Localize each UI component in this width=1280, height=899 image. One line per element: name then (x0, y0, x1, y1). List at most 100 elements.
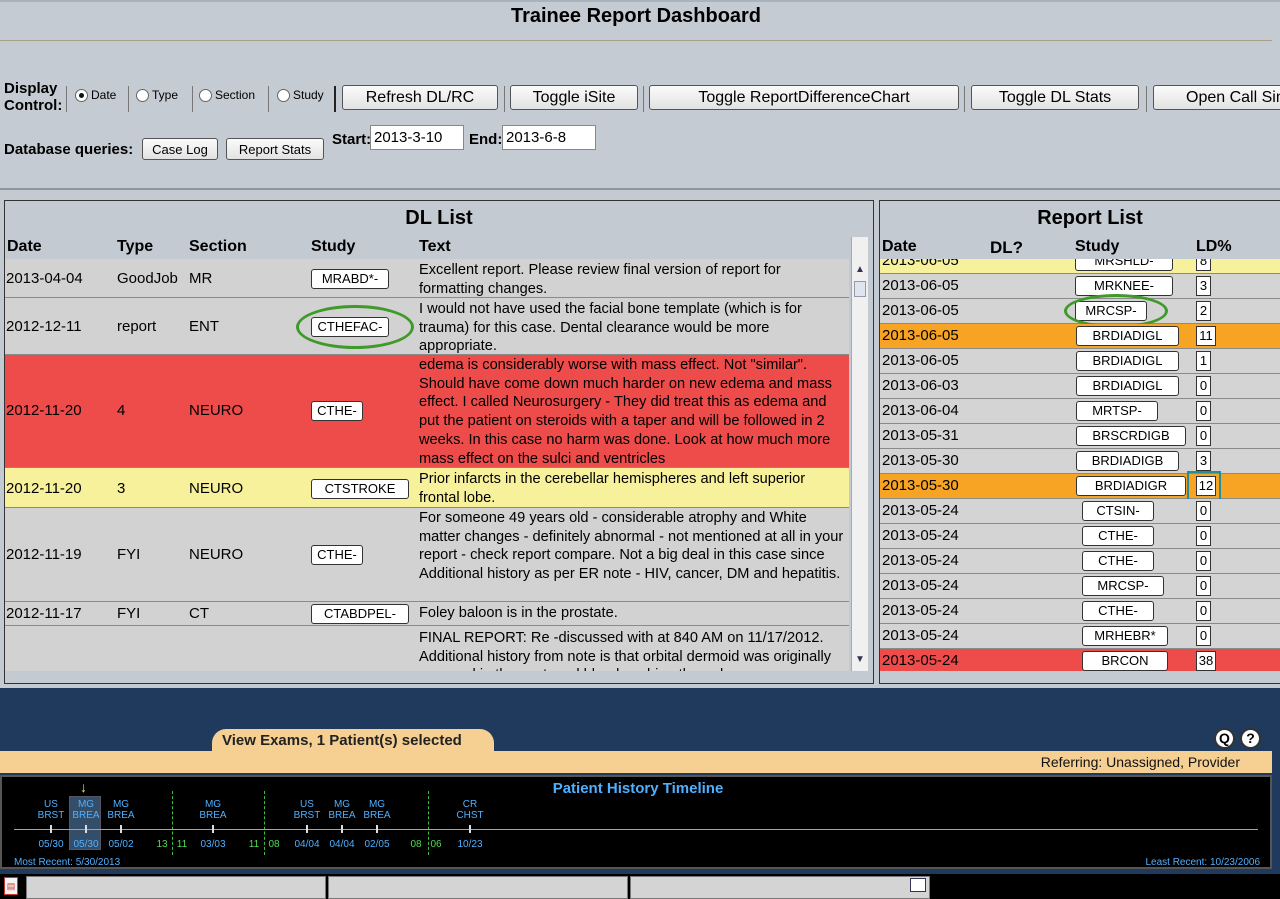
year-marker: 11 (176, 839, 188, 850)
scroll-down-icon[interactable]: ▼ (853, 653, 867, 667)
report-row[interactable]: 2013-06-05 BRDIADIGL 11 (880, 324, 1280, 349)
report-row[interactable]: 2013-05-31 BRSCRDIGB 0 (880, 424, 1280, 449)
table-row[interactable]: 2012-11-19 FYI NEURO CTHE- For someone 4… (5, 508, 849, 602)
report-row[interactable]: 2013-05-24 MRCSP- 0 (880, 574, 1280, 599)
report-row[interactable]: 2013-05-24 MRHEBR* 0 (880, 624, 1280, 649)
study-button[interactable]: MRSHLD- (1075, 259, 1173, 271)
timeline-exam[interactable]: US BRST (34, 799, 68, 821)
timeline-exam[interactable]: CR CHST (453, 799, 487, 821)
scrollbar-thumb[interactable] (854, 281, 866, 297)
study-button[interactable]: CTHEFAC- (311, 317, 389, 337)
report-row[interactable]: 2013-05-30 BRDIADIGR 12 (880, 471, 1280, 501)
window-icon[interactable] (910, 878, 926, 892)
timeline-exam[interactable]: MG BREA (196, 799, 230, 821)
clipboard-icon[interactable]: ▤ (4, 877, 18, 895)
column-header-ld-percent[interactable]: LD% (1196, 238, 1232, 256)
row-type: GoodJob (117, 270, 178, 287)
report-stats-button[interactable]: Report Stats (226, 138, 324, 160)
table-row[interactable]: 2013-04-04 GoodJob MR MRABD*- Excellent … (5, 259, 849, 298)
help-icon[interactable]: ? (1240, 728, 1261, 749)
study-button[interactable]: CTSTROKE (311, 479, 409, 499)
query-icon[interactable]: Q (1214, 728, 1235, 749)
patient-history-timeline: Patient History Timeline ↓ US BRST 05/30 MG… (0, 775, 1272, 869)
report-row[interactable]: 2013-05-24 CTHE- 0 (880, 549, 1280, 574)
radio-section[interactable]: Section (199, 88, 255, 102)
timeline-exam[interactable]: MG BREA (360, 799, 394, 821)
status-segment (630, 876, 930, 899)
radio-study-indicator[interactable] (277, 88, 290, 102)
column-header-section[interactable]: Section (189, 238, 247, 256)
report-row[interactable]: 2013-06-05 MRSHLD- 8 (880, 259, 1280, 274)
start-date-input[interactable] (370, 125, 464, 150)
table-row[interactable]: 2012-11-20 4 NEURO CTHE- edema is consid… (5, 355, 849, 468)
report-row[interactable]: 2013-06-05 MRKNEE- 3 (880, 274, 1280, 299)
report-row[interactable]: 2013-05-24 CTSIN- 0 (880, 499, 1280, 524)
radio-type-indicator[interactable] (136, 88, 149, 102)
study-button[interactable]: MRCSP- (1075, 301, 1147, 321)
study-button[interactable]: MRHEBR* (1082, 626, 1168, 646)
study-button[interactable]: MRCSP- (1082, 576, 1164, 596)
column-header-text[interactable]: Text (419, 238, 451, 256)
case-log-button[interactable]: Case Log (142, 138, 218, 160)
report-row[interactable]: 2013-06-04 MRTSP- 0 (880, 399, 1280, 424)
timeline-exam[interactable]: US BRST (290, 799, 324, 821)
dl-list-scrollbar[interactable]: ▲ ▼ (851, 237, 868, 671)
exam-body-part: BREA (363, 810, 391, 821)
column-header-dl[interactable]: DL? (990, 238, 1023, 258)
table-row[interactable]: 2012-12-11 report ENT CTHEFAC- I would n… (5, 298, 849, 355)
study-button[interactable]: BRDIADIGL (1076, 376, 1179, 396)
study-button[interactable]: BRDIADIGB (1076, 451, 1179, 471)
view-exams-tab[interactable]: View Exams, 1 Patient(s) selected (212, 729, 494, 752)
scroll-up-icon[interactable]: ▲ (853, 263, 867, 277)
study-button[interactable]: CTHE- (1082, 601, 1154, 621)
timeline-exam[interactable]: MG BREA (69, 799, 103, 821)
study-button[interactable]: CTHE- (311, 401, 363, 421)
study-button[interactable]: CTHE- (1082, 551, 1154, 571)
refresh-dl-rc-button[interactable]: Refresh DL/RC (342, 85, 498, 110)
table-row[interactable]: FINAL REPORT: Re -discussed with at 840 … (5, 626, 849, 671)
radio-type[interactable]: Type (136, 88, 178, 102)
timeline-exam[interactable]: MG BREA (325, 799, 359, 821)
open-call-sim-button[interactable]: Open Call Sim (1153, 85, 1280, 110)
study-button[interactable]: CTHE- (1082, 526, 1154, 546)
report-row[interactable]: 2013-06-03 BRDIADIGL 0 (880, 374, 1280, 399)
study-button[interactable]: CTSIN- (1082, 501, 1154, 521)
study-button[interactable]: CTABDPEL- (311, 604, 409, 624)
report-row[interactable]: 2013-06-05 MRCSP- 2 (880, 294, 1280, 328)
study-button[interactable]: BRSCRDIGB (1076, 426, 1186, 446)
timeline-exam[interactable]: MG BREA (104, 799, 138, 821)
divider (504, 86, 505, 112)
column-header-date[interactable]: Date (7, 238, 42, 256)
study-button[interactable]: CTHE- (311, 545, 363, 565)
report-row[interactable]: 2013-05-24 CTHE- 0 (880, 524, 1280, 549)
column-header-date[interactable]: Date (882, 238, 917, 256)
study-button[interactable]: BRDIADIGL (1076, 326, 1179, 346)
toggle-isite-button[interactable]: Toggle iSite (510, 85, 638, 110)
study-button[interactable]: BRCON (1082, 651, 1168, 671)
table-row[interactable]: 2012-11-20 3 NEURO CTSTROKE Prior infarc… (5, 468, 849, 508)
row-text: Prior infarcts in the cerebellar hemisph… (419, 471, 806, 506)
study-button[interactable]: MRABD*- (311, 269, 389, 289)
table-row[interactable]: 2012-11-17 FYI CT CTABDPEL- Foley baloon… (5, 602, 849, 626)
radio-date-indicator[interactable] (75, 88, 88, 102)
column-header-type[interactable]: Type (117, 238, 153, 256)
toggle-report-difference-chart-button[interactable]: Toggle ReportDifferenceChart (649, 85, 959, 110)
toggle-dl-stats-button[interactable]: Toggle DL Stats (971, 85, 1139, 110)
radio-date[interactable]: Date (75, 88, 116, 102)
report-date: 2013-05-24 (882, 602, 959, 619)
end-date-input[interactable] (502, 125, 596, 150)
radio-study[interactable]: Study (277, 88, 324, 102)
column-header-study[interactable]: Study (311, 238, 355, 256)
radio-section-indicator[interactable] (199, 88, 212, 102)
study-button[interactable]: BRDIADIGR (1076, 476, 1186, 496)
column-header-study[interactable]: Study (1075, 238, 1119, 256)
study-button[interactable]: BRDIADIGL (1076, 351, 1179, 371)
row-date: 2012-11-17 (6, 605, 82, 622)
report-row[interactable]: 2013-05-24 BRCON 38 (880, 649, 1280, 671)
year-marker: 06 (430, 839, 442, 850)
study-button[interactable]: MRTSP- (1076, 401, 1158, 421)
report-row[interactable]: 2013-05-24 CTHE- 0 (880, 599, 1280, 624)
report-row[interactable]: 2013-05-30 BRDIADIGB 3 (880, 449, 1280, 474)
study-button[interactable]: MRKNEE- (1075, 276, 1173, 296)
report-row[interactable]: 2013-06-05 BRDIADIGL 1 (880, 349, 1280, 374)
